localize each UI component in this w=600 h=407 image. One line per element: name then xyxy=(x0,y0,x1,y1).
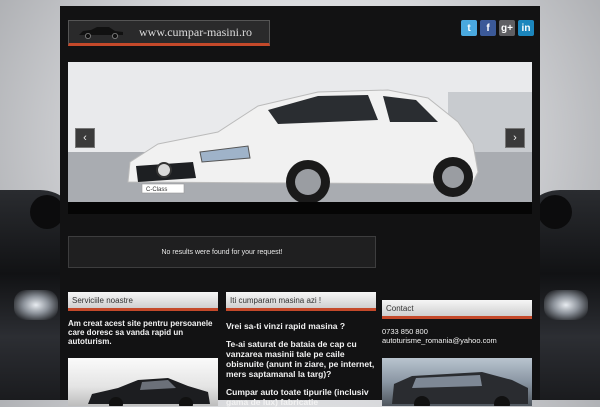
buy-heading: Iti cumparam masina azi ! xyxy=(226,292,376,311)
contact-car-image xyxy=(382,358,532,406)
notice-text: No results were found for your request! xyxy=(161,248,283,256)
car-logo-icon xyxy=(79,27,123,39)
page-container: www.cumpar-masini.ro t f g+ in C-Class ‹ xyxy=(60,6,540,407)
contact-email[interactable]: autoturisme_romania@yahoo.com xyxy=(382,336,532,345)
services-heading: Serviciile noastre xyxy=(68,292,218,311)
buy-column: Iti cumparam masina azi ! Vrei sa-ti vin… xyxy=(226,292,376,407)
background-mirror-right xyxy=(538,195,572,229)
facebook-icon[interactable]: f xyxy=(480,20,496,36)
contact-phone[interactable]: 0733 850 800 xyxy=(382,327,532,336)
slider-prev-button[interactable]: ‹ xyxy=(75,128,95,148)
image-slider[interactable]: C-Class ‹ › xyxy=(68,62,532,202)
background-mirror-left xyxy=(30,195,64,229)
site-logo[interactable]: www.cumpar-masini.ro xyxy=(68,20,270,46)
slider-next-button[interactable]: › xyxy=(505,128,525,148)
search-notice: No results were found for your request! xyxy=(68,236,376,268)
twitter-icon[interactable]: t xyxy=(461,20,477,36)
linkedin-icon[interactable]: in xyxy=(518,20,534,36)
services-column: Serviciile noastre Am creat acest site p… xyxy=(68,292,218,346)
buy-question-2: Te-ai saturat de bataia de cap cu vanzar… xyxy=(226,339,375,379)
logo-text: www.cumpar-masini.ro xyxy=(139,24,252,39)
services-car-image xyxy=(68,358,218,406)
services-text: Am creat acest site pentru persoanele ca… xyxy=(68,319,213,346)
contact-heading: Contact xyxy=(382,300,532,319)
license-plate-text: C-Class xyxy=(146,187,167,193)
contact-column: Contact 0733 850 800 autoturisme_romania… xyxy=(382,300,532,345)
buy-question-1: Vrei sa-ti vinzi rapid masina ? xyxy=(226,321,346,331)
buy-question-3: Cumpar auto toate tipurile (inclusiv gam… xyxy=(226,387,369,407)
google-plus-icon[interactable]: g+ xyxy=(499,20,515,36)
slider-caption-bar xyxy=(68,202,532,214)
slider-car-image: C-Class xyxy=(68,62,532,202)
social-links: t f g+ in xyxy=(461,20,534,36)
background-headlight-right xyxy=(544,290,588,320)
background-headlight-left xyxy=(14,290,58,320)
